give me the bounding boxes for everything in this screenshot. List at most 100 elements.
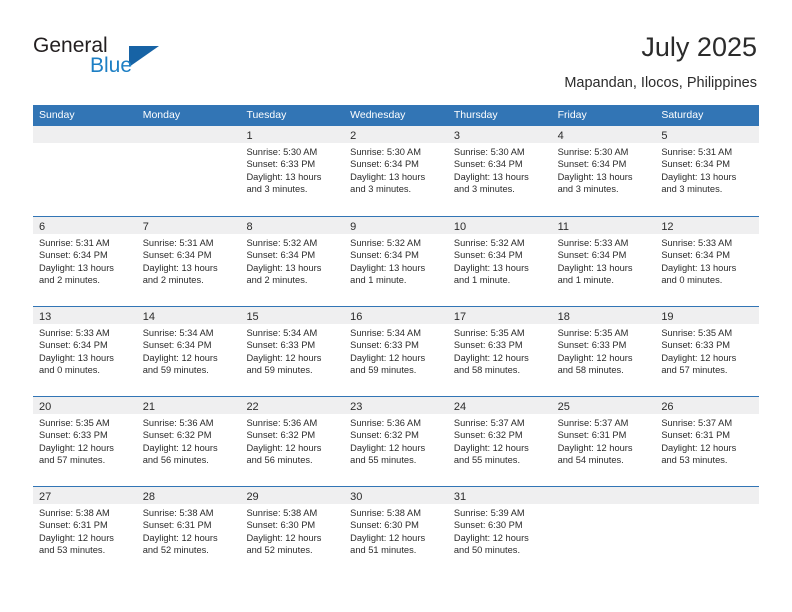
calendar-day-cell[interactable]: 7 Sunrise: 5:31 AM Sunset: 6:34 PM Daylight… xyxy=(136,217,241,306)
calendar-day-cell[interactable]: 22 Sunrise: 5:36 AM Sunset: 6:32 PM Dayligh… xyxy=(240,397,345,486)
day-info-line: Daylight: 12 hours xyxy=(453,532,529,543)
calendar-day-cell[interactable]: 12 Sunrise: 5:33 AM Sunset: 6:34 PM Dayligh… xyxy=(655,217,760,306)
day-sun-info xyxy=(655,504,759,507)
day-info-line: Sunrise: 5:38 AM xyxy=(39,508,110,518)
day-number-band: 7 xyxy=(136,217,241,234)
day-number-band: 12 xyxy=(655,217,760,234)
day-info-line: and 54 minutes. xyxy=(557,455,624,466)
calendar-day-cell[interactable]: 16 Sunrise: 5:34 AM Sunset: 6:33 PM Dayligh… xyxy=(344,307,448,396)
calendar-day-cell[interactable]: 23 Sunrise: 5:36 AM Sunset: 6:32 PM Dayligh… xyxy=(344,397,448,486)
calendar-day-cell[interactable]: 15 Sunrise: 5:34 AM Sunset: 6:33 PM Dayligh… xyxy=(240,307,345,396)
calendar-day-cell[interactable]: 30 Sunrise: 5:38 AM Sunset: 6:30 PM Dayligh… xyxy=(344,487,448,576)
day-info-line: Sunset: 6:34 PM xyxy=(39,250,108,261)
day-info-line: Sunrise: 5:31 AM xyxy=(661,147,733,157)
day-number-band: 9 xyxy=(344,217,448,234)
calendar-day-cell[interactable]: 21 Sunrise: 5:36 AM Sunset: 6:32 PM Dayligh… xyxy=(136,397,241,486)
day-number-band: 28 xyxy=(136,487,241,504)
day-info-line: Daylight: 12 hours xyxy=(350,352,426,363)
day-sun-info: Sunrise: 5:37 AM Sunset: 6:31 PM Daylight:… xyxy=(655,414,759,467)
calendar-week-row: 1 Sunrise: 5:30 AM Sunset: 6:33 PM Daylight… xyxy=(33,126,760,216)
day-number-band: 16 xyxy=(344,307,448,324)
day-number: 26 xyxy=(661,401,674,413)
calendar-day-cell[interactable]: 9 Sunrise: 5:32 AM Sunset: 6:34 PM Daylight… xyxy=(344,217,448,306)
day-sun-info: Sunrise: 5:32 AM Sunset: 6:34 PM Daylight:… xyxy=(240,234,344,287)
calendar-day-cell[interactable]: 31 Sunrise: 5:39 AM Sunset: 6:30 PM Dayligh… xyxy=(447,487,552,576)
day-info-line: Daylight: 13 hours xyxy=(142,262,218,273)
calendar-day-cell[interactable]: 26 Sunrise: 5:37 AM Sunset: 6:31 PM Dayligh… xyxy=(655,397,760,486)
day-sun-info: Sunrise: 5:31 AM Sunset: 6:34 PM Daylight:… xyxy=(33,234,137,287)
day-number-band: 23 xyxy=(344,397,448,414)
day-info-line: and 57 minutes. xyxy=(39,455,106,466)
calendar-day-cell[interactable]: 27 Sunrise: 5:38 AM Sunset: 6:31 PM Dayligh… xyxy=(33,487,137,576)
day-info-line: Sunset: 6:33 PM xyxy=(661,340,731,351)
day-number: 3 xyxy=(453,130,460,142)
calendar-day-cell[interactable]: 19 Sunrise: 5:35 AM Sunset: 6:33 PM Dayligh… xyxy=(655,307,760,396)
calendar-day-cell[interactable]: 10 Sunrise: 5:32 AM Sunset: 6:34 PM Dayligh… xyxy=(447,217,552,306)
calendar-day-cell[interactable]: 25 Sunrise: 5:37 AM Sunset: 6:31 PM Dayligh… xyxy=(551,397,656,486)
calendar-day-cell-empty xyxy=(551,487,656,576)
calendar-day-cell[interactable]: 28 Sunrise: 5:38 AM Sunset: 6:31 PM Dayligh… xyxy=(136,487,241,576)
calendar-day-cell[interactable]: 29 Sunrise: 5:38 AM Sunset: 6:30 PM Dayligh… xyxy=(240,487,345,576)
day-info-line: Sunrise: 5:33 AM xyxy=(39,328,110,338)
day-info-line: and 50 minutes. xyxy=(453,545,521,556)
day-info-line: Daylight: 13 hours xyxy=(557,171,633,182)
brand-logo[interactable]: General Blue xyxy=(33,34,233,90)
calendar-day-cell[interactable]: 5 Sunrise: 5:31 AM Sunset: 6:34 PM Daylight… xyxy=(655,126,760,216)
day-info-line: Daylight: 13 hours xyxy=(350,171,426,182)
calendar-day-cell[interactable]: 17 Sunrise: 5:35 AM Sunset: 6:33 PM Dayligh… xyxy=(447,307,552,396)
day-info-line: Daylight: 12 hours xyxy=(142,532,218,543)
calendar-day-cell[interactable]: 4 Sunrise: 5:30 AM Sunset: 6:34 PM Daylight… xyxy=(551,126,656,216)
day-sun-info: Sunrise: 5:31 AM Sunset: 6:34 PM Daylight:… xyxy=(655,143,759,196)
day-info-line: Daylight: 12 hours xyxy=(557,442,633,453)
day-number-band: 1 xyxy=(240,126,345,143)
day-number: 16 xyxy=(350,311,363,323)
day-sun-info: Sunrise: 5:36 AM Sunset: 6:32 PM Daylight:… xyxy=(344,414,448,467)
calendar-day-cell[interactable]: 8 Sunrise: 5:32 AM Sunset: 6:34 PM Daylight… xyxy=(240,217,345,306)
calendar-day-cell-empty xyxy=(33,126,137,216)
day-info-line: Sunset: 6:31 PM xyxy=(39,520,108,531)
calendar-day-cell[interactable]: 11 Sunrise: 5:33 AM Sunset: 6:34 PM Dayligh… xyxy=(551,217,656,306)
calendar-day-cell[interactable]: 14 Sunrise: 5:34 AM Sunset: 6:34 PM Dayligh… xyxy=(136,307,241,396)
day-number: 11 xyxy=(557,221,570,233)
day-info-line: Sunrise: 5:35 AM xyxy=(557,328,629,338)
weekday-header-saturday: Saturday xyxy=(661,109,704,121)
day-sun-info: Sunrise: 5:33 AM Sunset: 6:34 PM Daylight:… xyxy=(552,234,656,287)
day-info-line: and 58 minutes. xyxy=(453,365,521,376)
day-number-band: 4 xyxy=(551,126,656,143)
day-number-band: 26 xyxy=(655,397,760,414)
calendar-day-cell[interactable]: 24 Sunrise: 5:37 AM Sunset: 6:32 PM Dayligh… xyxy=(447,397,552,486)
day-sun-info: Sunrise: 5:32 AM Sunset: 6:34 PM Daylight:… xyxy=(344,234,448,287)
day-info-line: Sunrise: 5:38 AM xyxy=(246,508,318,518)
day-info-line: Sunrise: 5:37 AM xyxy=(557,418,629,428)
day-info-line: and 55 minutes. xyxy=(453,455,521,466)
day-info-line: Sunset: 6:33 PM xyxy=(246,340,316,351)
calendar-day-cell[interactable]: 13 Sunrise: 5:33 AM Sunset: 6:34 PM Dayligh… xyxy=(33,307,137,396)
day-number-band: 17 xyxy=(447,307,552,324)
day-info-line: and 57 minutes. xyxy=(661,365,728,376)
day-number-band: 14 xyxy=(136,307,241,324)
day-number-band: 20 xyxy=(33,397,137,414)
day-info-line: Sunset: 6:33 PM xyxy=(39,430,108,441)
day-sun-info: Sunrise: 5:38 AM Sunset: 6:31 PM Daylight:… xyxy=(33,504,137,557)
calendar-day-cell[interactable]: 3 Sunrise: 5:30 AM Sunset: 6:34 PM Daylight… xyxy=(447,126,552,216)
day-info-line: Sunset: 6:34 PM xyxy=(661,159,731,170)
day-number: 22 xyxy=(246,401,259,413)
calendar-day-cell[interactable]: 2 Sunrise: 5:30 AM Sunset: 6:34 PM Daylight… xyxy=(344,126,448,216)
calendar-day-cell[interactable]: 6 Sunrise: 5:31 AM Sunset: 6:34 PM Daylight… xyxy=(33,217,137,306)
day-info-line: and 52 minutes. xyxy=(142,545,209,556)
day-info-line: and 59 minutes. xyxy=(142,365,209,376)
day-number: 17 xyxy=(453,311,467,323)
calendar-day-cell[interactable]: 20 Sunrise: 5:35 AM Sunset: 6:33 PM Dayligh… xyxy=(33,397,137,486)
day-info-line: Daylight: 12 hours xyxy=(453,442,529,453)
day-info-line: Daylight: 12 hours xyxy=(350,442,426,453)
day-info-line: and 3 minutes. xyxy=(661,184,723,195)
calendar-day-cell[interactable]: 18 Sunrise: 5:35 AM Sunset: 6:33 PM Dayligh… xyxy=(551,307,656,396)
day-sun-info: Sunrise: 5:36 AM Sunset: 6:32 PM Daylight:… xyxy=(240,414,344,467)
day-info-line: Daylight: 13 hours xyxy=(661,262,737,273)
day-info-line: Sunrise: 5:32 AM xyxy=(453,238,525,248)
calendar-day-cell[interactable]: 1 Sunrise: 5:30 AM Sunset: 6:33 PM Daylight… xyxy=(240,126,345,216)
day-number-band: 25 xyxy=(551,397,656,414)
day-number: 14 xyxy=(142,311,155,323)
day-info-line: and 52 minutes. xyxy=(246,545,313,556)
day-sun-info: Sunrise: 5:31 AM Sunset: 6:34 PM Daylight:… xyxy=(137,234,241,287)
